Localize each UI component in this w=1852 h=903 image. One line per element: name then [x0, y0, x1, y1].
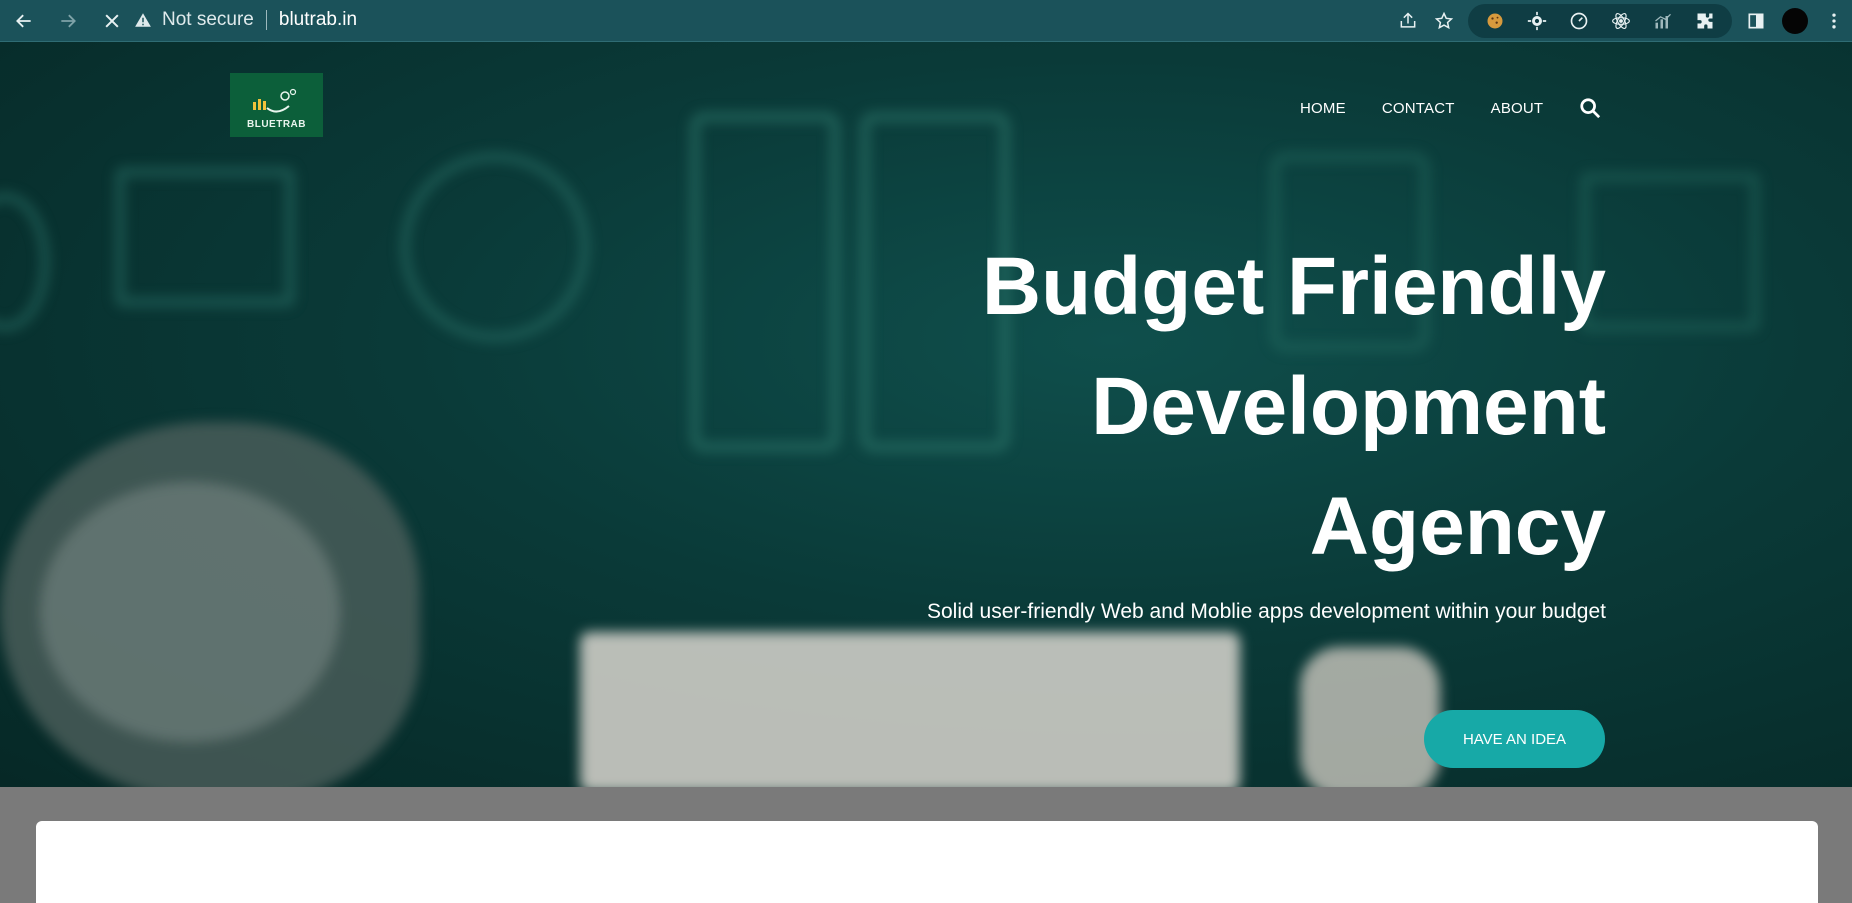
logo-icon	[252, 88, 296, 113]
side-panel-icon	[1748, 13, 1764, 29]
share-button[interactable]	[1390, 3, 1426, 39]
site-nav: HOME CONTACT ABOUT	[1300, 97, 1601, 119]
hero-title-line: Development	[1091, 361, 1606, 452]
address-bar[interactable]: Not secure blutrab.in	[134, 4, 357, 36]
hero-section: BLUETRAB HOME CONTACT ABOUT Budget Frien…	[0, 42, 1852, 787]
hero-title-line: Budget Friendly	[981, 241, 1606, 332]
chart-icon	[1655, 13, 1671, 29]
address-separator	[265, 10, 267, 30]
more-vertical-icon	[1832, 13, 1836, 29]
browser-menu-button[interactable]	[1816, 3, 1852, 39]
extension-speed[interactable]	[1558, 3, 1600, 39]
forward-button[interactable]	[48, 3, 88, 39]
nav-contact[interactable]: CONTACT	[1382, 100, 1455, 117]
puzzle-icon	[1697, 13, 1713, 29]
arrow-left-icon	[16, 14, 31, 27]
extensions-area	[1468, 4, 1732, 38]
gauge-icon	[1570, 12, 1588, 30]
search-icon[interactable]	[1579, 97, 1601, 119]
logo-text: BLUETRAB	[247, 119, 306, 130]
site-logo[interactable]: BLUETRAB	[230, 73, 323, 137]
security-label: Not secure	[162, 9, 254, 30]
nav-about[interactable]: ABOUT	[1491, 100, 1544, 117]
back-button[interactable]	[4, 3, 44, 39]
hero-title-line: Agency	[1309, 481, 1606, 572]
url-text[interactable]: blutrab.in	[279, 9, 357, 31]
extension-react[interactable]	[1600, 3, 1642, 39]
gear-icon	[1527, 11, 1547, 31]
close-icon	[105, 13, 119, 28]
have-an-idea-button[interactable]: HAVE AN IDEA	[1424, 710, 1605, 768]
extension-cookie[interactable]	[1474, 3, 1516, 39]
extension-analytics[interactable]	[1642, 3, 1684, 39]
profile-avatar[interactable]	[1782, 8, 1808, 34]
cookie-icon	[1487, 13, 1503, 29]
extensions-button[interactable]	[1684, 3, 1726, 39]
side-panel-button[interactable]	[1738, 3, 1774, 39]
share-icon	[1400, 12, 1416, 28]
hero-subtitle: Solid user-friendly Web and Moblie apps …	[926, 600, 1606, 623]
toolbar-right	[1390, 0, 1852, 42]
bookmark-button[interactable]	[1426, 3, 1462, 39]
warning-icon	[135, 13, 151, 27]
nav-home[interactable]: HOME	[1300, 100, 1346, 117]
react-icon	[1612, 13, 1630, 29]
hero-title: Budget Friendly Development Agency	[846, 227, 1606, 587]
extension-gear[interactable]	[1516, 3, 1558, 39]
content-card	[36, 821, 1818, 903]
stop-loading-button[interactable]	[92, 3, 132, 39]
browser-toolbar: Not secure blutrab.in	[0, 0, 1852, 42]
star-icon	[1434, 11, 1454, 30]
arrow-right-icon	[61, 14, 76, 27]
